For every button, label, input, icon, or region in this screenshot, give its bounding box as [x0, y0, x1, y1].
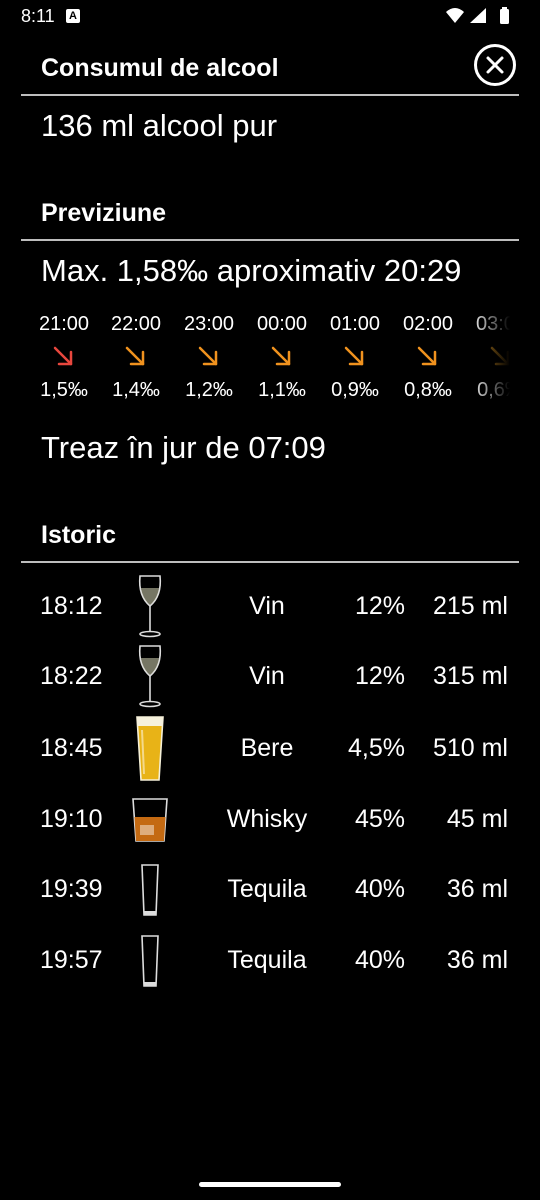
history-row[interactable]: 18:22 Vin 12% 315 ml	[0, 642, 540, 712]
drink-percent: 45%	[354, 805, 405, 833]
history-divider	[21, 561, 519, 563]
close-icon	[486, 56, 504, 74]
forecast-item: 23:00 1,2‰	[169, 310, 249, 404]
forecast-value: 0,9‰	[331, 379, 379, 401]
drink-name: Tequila	[227, 875, 307, 903]
forecast-value: 0,8‰	[404, 379, 452, 401]
home-indicator[interactable]	[199, 1182, 341, 1187]
history-row[interactable]: 18:12 Vin 12% 215 ml	[0, 572, 540, 642]
drink-time: 18:12	[40, 592, 103, 620]
drink-time: 19:39	[40, 875, 103, 903]
sober-time-text: Treaz în jur de 07:09	[41, 430, 326, 465]
forecast-item: 00:00 1,1‰	[242, 310, 322, 404]
history-row[interactable]: 19:57 Tequila 40% 36 ml	[0, 926, 540, 996]
arrow-down-right-icon	[24, 338, 104, 376]
drink-time: 18:45	[40, 734, 103, 762]
forecast-strip[interactable]: 21:00 1,5‰ 22:00 1,4‰ 23:00 1,2‰ 00:00 1,1‰ 01:0…	[0, 310, 510, 410]
drink-time: 19:57	[40, 946, 103, 974]
drink-volume: 36 ml	[446, 875, 508, 903]
forecast-title: Previziune	[41, 199, 167, 227]
status-icons	[446, 7, 509, 24]
drink-volume: 215 ml	[432, 592, 508, 620]
status-notification-icon: A	[66, 9, 80, 23]
shot-glass-icon	[130, 926, 170, 996]
forecast-time: 00:00	[256, 313, 308, 335]
forecast-max-text: Max. 1,58‰ aproximativ 20:29	[41, 253, 462, 288]
forecast-time: 02:00	[402, 313, 454, 335]
drink-percent: 12%	[354, 662, 405, 690]
forecast-item: 01:00 0,9‰	[315, 310, 395, 404]
drink-volume: 36 ml	[446, 946, 508, 974]
arrow-down-right-icon	[96, 338, 176, 376]
drink-volume: 510 ml	[432, 734, 508, 762]
forecast-item: 03:00 0,6‰	[461, 310, 510, 404]
wine-glass-icon	[130, 572, 170, 642]
whisky-glass-icon	[130, 785, 170, 855]
header-divider	[21, 94, 519, 96]
drink-percent: 4,5%	[348, 734, 405, 762]
screen: 8:11 A Consumul de alcool 136 ml alcool …	[0, 0, 540, 1200]
history-row[interactable]: 18:45 Bere 4,5% 510 ml	[0, 714, 540, 784]
forecast-time: 22:00	[110, 313, 162, 335]
forecast-value: 0,6‰	[477, 379, 510, 401]
forecast-item: 22:00 1,4‰	[96, 310, 176, 404]
forecast-item: 02:00 0,8‰	[388, 310, 468, 404]
pure-alcohol-text: 136 ml alcool pur	[41, 108, 278, 143]
status-bar: 8:11 A	[0, 0, 540, 32]
wifi-icon	[446, 8, 464, 23]
forecast-value: 1,1‰	[258, 379, 306, 401]
drink-percent: 40%	[354, 946, 405, 974]
close-button[interactable]	[474, 44, 516, 86]
shot-glass-icon	[130, 855, 170, 925]
history-title: Istoric	[41, 521, 117, 549]
drink-name: Whisky	[226, 805, 308, 833]
drink-name: Vin	[249, 592, 285, 620]
drink-name: Bere	[240, 734, 294, 762]
signal-icon	[470, 8, 486, 23]
forecast-time: 23:00	[183, 313, 235, 335]
page-title: Consumul de alcool	[41, 54, 279, 82]
forecast-item: 21:00 1,5‰	[24, 310, 104, 404]
drink-volume: 45 ml	[446, 805, 508, 833]
drink-percent: 12%	[354, 592, 405, 620]
forecast-value: 1,5‰	[40, 379, 88, 401]
battery-icon	[500, 7, 509, 24]
forecast-time: 03:00	[475, 313, 510, 335]
arrow-down-right-icon	[242, 338, 322, 376]
arrow-down-right-icon	[169, 338, 249, 376]
history-row[interactable]: 19:10 Whisky 45% 45 ml	[0, 785, 540, 855]
forecast-time: 01:00	[329, 313, 381, 335]
arrow-down-right-icon	[461, 338, 510, 376]
drink-time: 19:10	[40, 805, 103, 833]
arrow-down-right-icon	[315, 338, 395, 376]
drink-name: Vin	[249, 662, 285, 690]
status-time: 8:11	[21, 6, 55, 26]
drink-volume: 315 ml	[432, 662, 508, 690]
drink-time: 18:22	[40, 662, 103, 690]
forecast-value: 1,2‰	[185, 379, 233, 401]
history-row[interactable]: 19:39 Tequila 40% 36 ml	[0, 855, 540, 925]
drink-percent: 40%	[354, 875, 405, 903]
arrow-down-right-icon	[388, 338, 468, 376]
forecast-divider	[21, 239, 519, 241]
beer-glass-icon	[130, 714, 170, 784]
drink-name: Tequila	[227, 946, 307, 974]
forecast-time: 21:00	[38, 313, 90, 335]
wine-glass-icon	[130, 642, 170, 712]
forecast-value: 1,4‰	[112, 379, 160, 401]
